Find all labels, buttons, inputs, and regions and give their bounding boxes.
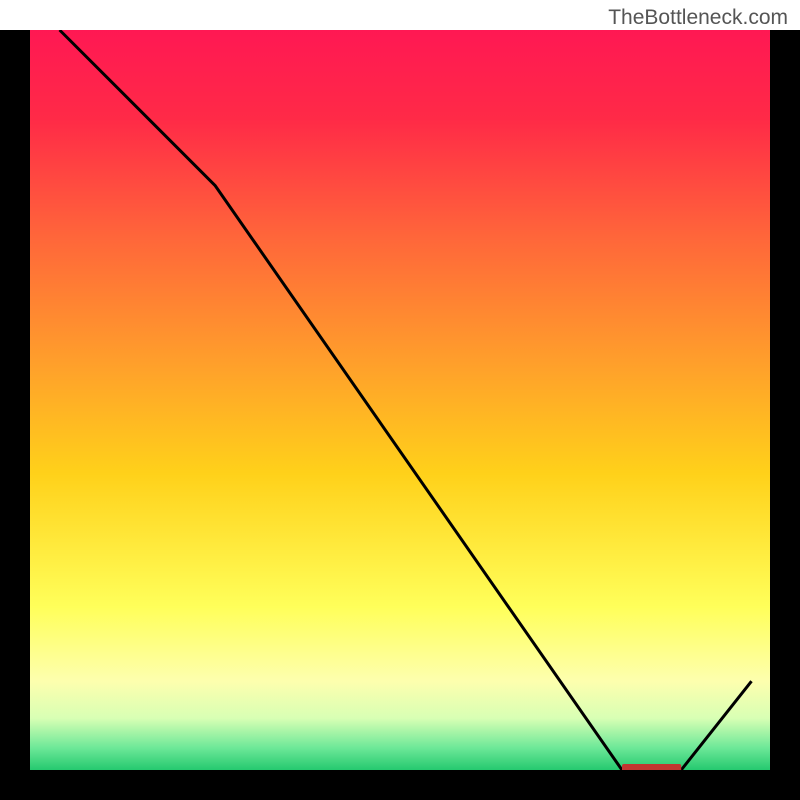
bottleneck-chart: TheBottleneck.com <box>0 0 800 800</box>
chart-svg <box>0 0 800 800</box>
watermark-text: TheBottleneck.com <box>608 6 788 30</box>
